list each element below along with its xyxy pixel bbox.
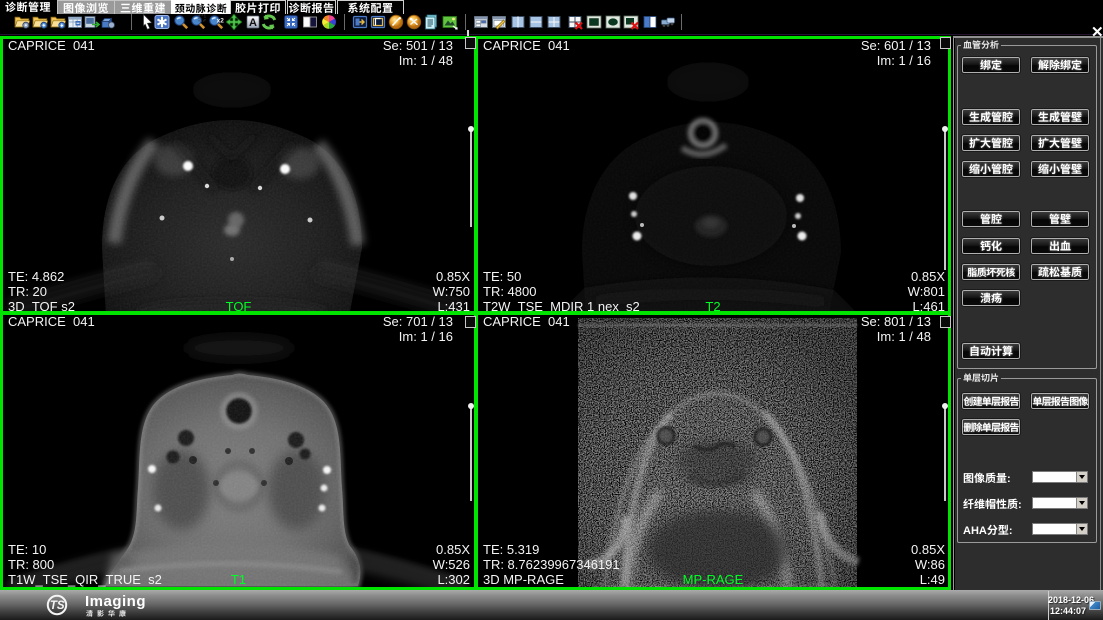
svg-text:TS: TS — [50, 600, 65, 612]
svg-text:x2: x2 — [217, 18, 224, 25]
svg-text:A: A — [249, 17, 257, 29]
